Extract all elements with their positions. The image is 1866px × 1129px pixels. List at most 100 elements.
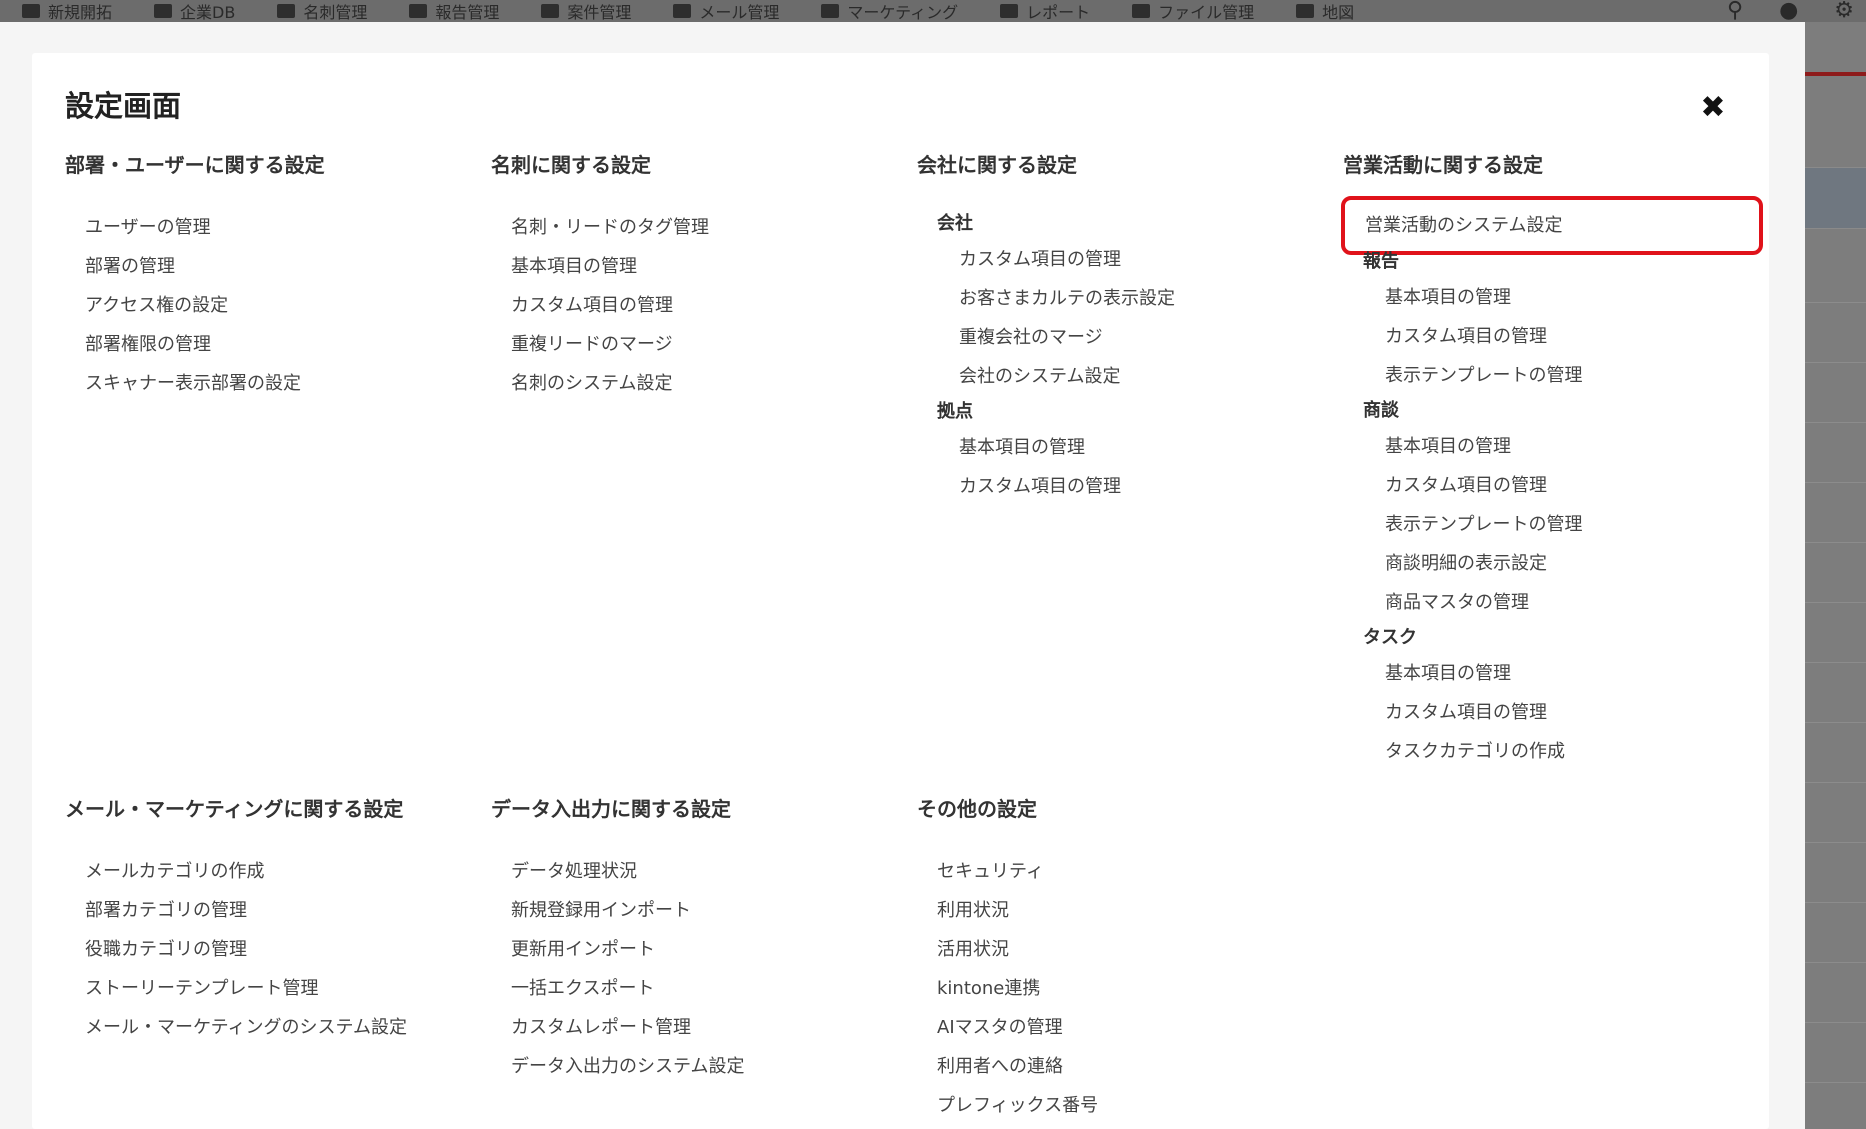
link-access-settings[interactable]: アクセス権の設定 (65, 286, 485, 325)
section-company: 会社に関する設定 会社 カスタム項目の管理 お客さまカルテの表示設定 重複会社の… (917, 149, 1337, 506)
table-icon (1000, 4, 1019, 18)
link-custom-report[interactable]: カスタムレポート管理 (491, 1008, 911, 1047)
link-usage-status[interactable]: 利用状況 (917, 891, 1337, 930)
link-custom-fields[interactable]: カスタム項目の管理 (1343, 317, 1763, 356)
background-row-divider (1805, 1022, 1866, 1023)
link-user-management[interactable]: ユーザーの管理 (65, 208, 485, 247)
link-user-contact[interactable]: 利用者への連絡 (917, 1047, 1337, 1086)
link-custom-fields[interactable]: カスタム項目の管理 (491, 286, 911, 325)
nav-item-new[interactable]: 新規開拓 (22, 0, 112, 22)
nav-item-cards[interactable]: 名刺管理 (277, 0, 367, 22)
nav-item-map[interactable]: 地図 (1296, 0, 1354, 22)
link-basic-fields[interactable]: 基本項目の管理 (1343, 427, 1763, 466)
link-title-category[interactable]: 役職カテゴリの管理 (65, 930, 485, 969)
link-product-master[interactable]: 商品マスタの管理 (1343, 583, 1763, 622)
section-dept-user: 部署・ユーザーに関する設定 ユーザーの管理 部署の管理 アクセス権の設定 部署権… (65, 149, 485, 403)
link-list: メールカテゴリの作成 部署カテゴリの管理 役職カテゴリの管理 ストーリーテンプレ… (65, 852, 485, 1047)
link-dept-category[interactable]: 部署カテゴリの管理 (65, 891, 485, 930)
link-mail-system[interactable]: メール・マーケティングのシステム設定 (65, 1008, 485, 1047)
building-icon (154, 4, 173, 18)
nav-item-files[interactable]: ファイル管理 (1132, 0, 1254, 22)
link-dept-permissions[interactable]: 部署権限の管理 (65, 325, 485, 364)
link-karte-display[interactable]: お客さまカルテの表示設定 (917, 279, 1337, 318)
nav-item-deals[interactable]: 案件管理 (541, 0, 631, 22)
background-row-divider (1805, 362, 1866, 363)
link-display-template[interactable]: 表示テンプレートの管理 (1343, 356, 1763, 395)
close-icon[interactable]: ✖ (1698, 93, 1728, 123)
link-lead-merge[interactable]: 重複リードのマージ (491, 325, 911, 364)
link-basic-fields[interactable]: 基本項目の管理 (1343, 654, 1763, 693)
background-row-divider (1805, 842, 1866, 843)
nav-label: レポート (1026, 3, 1091, 22)
background-row-divider (1805, 482, 1866, 483)
link-kintone[interactable]: kintone連携 (917, 969, 1337, 1008)
bell-icon[interactable]: ● (1779, 0, 1798, 22)
link-custom-fields[interactable]: カスタム項目の管理 (1343, 466, 1763, 505)
link-scanner-dept[interactable]: スキャナー表示部署の設定 (65, 364, 485, 403)
nav-item-company-db[interactable]: 企業DB (154, 0, 235, 22)
link-story-template[interactable]: ストーリーテンプレート管理 (65, 969, 485, 1008)
link-prefix-number[interactable]: プレフィックス番号 (917, 1086, 1337, 1125)
nav-item-report-charts[interactable]: レポート (1000, 0, 1090, 22)
link-card-system[interactable]: 名刺のシステム設定 (491, 364, 911, 403)
link-basic-fields[interactable]: 基本項目の管理 (1343, 278, 1763, 317)
link-bulk-export[interactable]: 一括エクスポート (491, 969, 911, 1008)
nav-label: 企業DB (180, 3, 236, 22)
group-label-company: 会社 (937, 213, 973, 234)
link-basic-fields[interactable]: 基本項目の管理 (491, 247, 911, 286)
background-selected-row (1805, 167, 1866, 229)
link-company-system[interactable]: 会社のシステム設定 (917, 357, 1337, 396)
nav-item-mail[interactable]: メール管理 (673, 0, 779, 22)
background-row-divider (1805, 602, 1866, 603)
section-heading: 営業活動に関する設定 (1343, 153, 1543, 177)
background-row-divider (1805, 542, 1866, 543)
group-label-branch: 拠点 (937, 401, 973, 422)
link-ai-master[interactable]: AIマスタの管理 (917, 1008, 1337, 1047)
link-new-import[interactable]: 新規登録用インポート (491, 891, 911, 930)
background-row-divider (1805, 902, 1866, 903)
nav-label: 報告管理 (435, 3, 500, 22)
link-update-import[interactable]: 更新用インポート (491, 930, 911, 969)
link-custom-fields[interactable]: カスタム項目の管理 (917, 240, 1337, 279)
nav-item-reports[interactable]: 報告管理 (409, 0, 499, 22)
nav-label: 案件管理 (567, 3, 632, 22)
mail-icon (673, 4, 692, 18)
link-list: ユーザーの管理 部署の管理 アクセス権の設定 部署権限の管理 スキャナー表示部署… (65, 208, 485, 403)
link-display-template[interactable]: 表示テンプレートの管理 (1343, 505, 1763, 544)
link-mail-category[interactable]: メールカテゴリの作成 (65, 852, 485, 891)
link-custom-fields[interactable]: カスタム項目の管理 (917, 467, 1337, 506)
background-page (1805, 22, 1866, 1129)
link-deal-detail-display[interactable]: 商談明細の表示設定 (1343, 544, 1763, 583)
modal-title: 設定画面 (65, 89, 182, 123)
compass-icon (22, 4, 40, 18)
folder-icon (1132, 4, 1151, 18)
link-company-merge[interactable]: 重複会社のマージ (917, 318, 1337, 357)
nav-item-marketing[interactable]: マーケティング (821, 0, 958, 22)
background-row-divider (1805, 422, 1866, 423)
link-utilization-status[interactable]: 活用状況 (917, 930, 1337, 969)
background-row-divider (1805, 302, 1866, 303)
nav-label: 名刺管理 (303, 3, 368, 22)
nav-label: マーケティング (847, 3, 959, 22)
section-card: 名刺に関する設定 名刺・リードのタグ管理 基本項目の管理 カスタム項目の管理 重… (491, 149, 911, 403)
link-dept-management[interactable]: 部署の管理 (65, 247, 485, 286)
group-label-report: 報告 (1363, 251, 1399, 272)
link-list: 名刺・リードのタグ管理 基本項目の管理 カスタム項目の管理 重複リードのマージ … (491, 208, 911, 403)
link-basic-fields[interactable]: 基本項目の管理 (917, 428, 1337, 467)
link-custom-fields[interactable]: カスタム項目の管理 (1343, 693, 1763, 732)
link-list: データ処理状況 新規登録用インポート 更新用インポート 一括エクスポート カスタ… (491, 852, 911, 1086)
section-data-io: データ入出力に関する設定 データ処理状況 新規登録用インポート 更新用インポート… (491, 793, 911, 1086)
link-security[interactable]: セキュリティ (917, 852, 1337, 891)
background-row-divider (1805, 1082, 1866, 1083)
section-heading: データ入出力に関する設定 (491, 797, 731, 821)
link-data-io-system[interactable]: データ入出力のシステム設定 (491, 1047, 911, 1086)
link-task-category[interactable]: タスクカテゴリの作成 (1343, 732, 1763, 771)
gear-icon[interactable]: ⚙ (1834, 0, 1854, 22)
nav-label: ファイル管理 (1158, 3, 1255, 22)
search-icon[interactable]: ⚲ (1727, 0, 1743, 22)
link-tag-management[interactable]: 名刺・リードのタグ管理 (491, 208, 911, 247)
link-data-status[interactable]: データ処理状況 (491, 852, 911, 891)
handshake-icon (541, 4, 560, 18)
link-list: 会社 カスタム項目の管理 お客さまカルテの表示設定 重複会社のマージ 会社のシス… (917, 208, 1337, 506)
background-row-divider (1805, 722, 1866, 723)
